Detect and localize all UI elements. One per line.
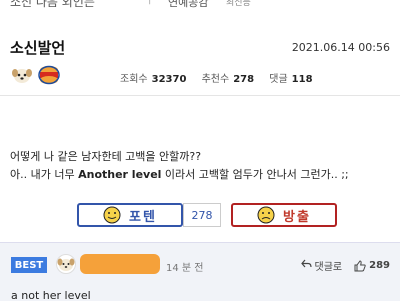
top-bar-title[interactable]: 소신 다음 외인든 xyxy=(10,0,95,10)
top-bar-separator: | xyxy=(148,0,151,5)
thumbs-up-face-icon xyxy=(103,206,121,224)
comments-label: 댓글 xyxy=(269,74,288,85)
views-count: 32370 xyxy=(151,74,187,85)
burger-logo-icon xyxy=(38,65,60,85)
top-bar: 소신 다음 외인든 | 연예공감 최신등 xyxy=(0,0,400,18)
thumbs-up-icon xyxy=(354,259,366,271)
post-body-line-2: 아.. 내가 너무 Another level 이라서 고백할 엄두가 안나서 … xyxy=(10,166,349,184)
board-sub: 최신등 xyxy=(226,0,251,8)
reply-button[interactable]: 댓글로 xyxy=(315,258,343,273)
post-stats: 조회수 32370 추천수 278 댓글 118 xyxy=(120,70,325,85)
commenter-name-redacted[interactable] xyxy=(80,254,160,274)
views-label: 조회수 xyxy=(120,74,148,85)
author-avatar-icon[interactable] xyxy=(12,67,32,84)
like-button[interactable]: 289 xyxy=(354,259,390,272)
comment-section: BEST 14 분 전 댓글로 289 a not her level xyxy=(0,242,400,302)
best-badge: BEST xyxy=(11,257,47,273)
comment-text: a not her level xyxy=(11,289,91,302)
reply-icon[interactable] xyxy=(300,259,312,272)
like-count: 289 xyxy=(369,260,390,271)
upvote-label: 포텐 xyxy=(129,209,157,225)
recommend-label: 추천수 xyxy=(201,74,230,85)
comments-count: 118 xyxy=(291,74,313,85)
recommend-count: 278 xyxy=(233,74,255,85)
commenter-avatar-icon[interactable] xyxy=(56,254,76,274)
board-name[interactable]: 연예공감 xyxy=(168,0,208,10)
header-divider xyxy=(0,95,400,96)
post-body: 어떻게 나 같은 남자한테 고백을 안할까?? 아.. 내가 너무 Anothe… xyxy=(10,148,349,184)
comment-actions: 댓글로 289 xyxy=(300,258,390,273)
post-title: 소신발언 xyxy=(10,39,66,57)
post-body-line-1: 어떻게 나 같은 남자한테 고백을 안할까?? xyxy=(10,150,202,163)
downvote-label: 방출 xyxy=(283,209,311,225)
body-line-2-suffix: 이라서 고백할 엄두가 안나서 그런가.. ;; xyxy=(161,168,349,181)
upvote-button[interactable]: 포텐 xyxy=(77,203,183,227)
body-line-2-prefix: 아.. 내가 너무 xyxy=(10,168,79,181)
downvote-button[interactable]: 방출 xyxy=(231,203,337,227)
thumbs-down-face-icon xyxy=(257,206,275,224)
post-date: 2021.06.14 00:56 xyxy=(291,41,390,54)
vote-row: 포텐 278 방출 xyxy=(0,203,400,229)
comment-time: 14 분 전 xyxy=(166,263,204,274)
vote-count: 278 xyxy=(183,203,221,227)
body-line-2-bold: Another level xyxy=(78,168,162,181)
